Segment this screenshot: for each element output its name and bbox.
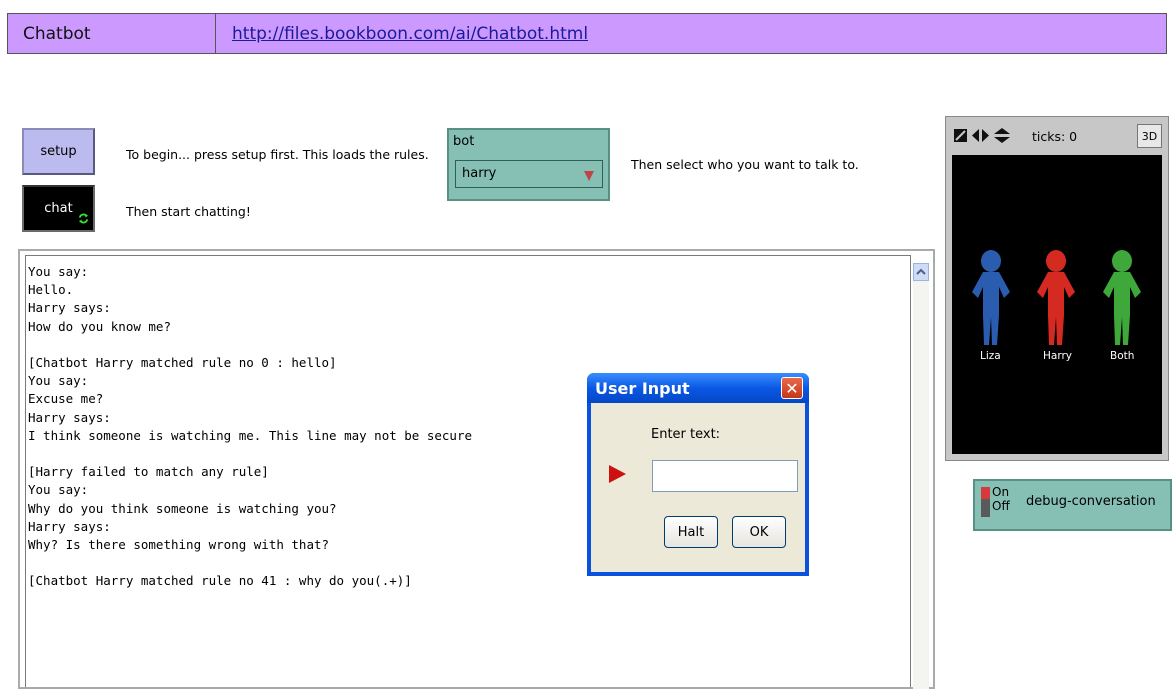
tick-counter: ticks: 0 (1032, 129, 1078, 144)
user-input-dialog: User Input ✕ Enter text: Halt OK (587, 373, 809, 576)
bot-select-value: harry (462, 166, 497, 181)
view-toolbar: ticks: 0 3D (946, 117, 1168, 155)
model-title: Chatbot (8, 14, 216, 53)
switch-on-off-labels: On Off (992, 485, 1010, 513)
page-header: Chatbot http://files.bookboon.com/ai/Cha… (7, 13, 1167, 54)
dialog-title: User Input (595, 379, 690, 398)
world-canvas[interactable]: Liza Harry Both (952, 155, 1162, 454)
select-bot-note: Then select who you want to talk to. (631, 157, 859, 172)
chevron-up-icon (916, 268, 926, 275)
3d-view-button[interactable]: 3D (1137, 124, 1162, 148)
model-url-link[interactable]: http://files.bookboon.com/ai/Chatbot.htm… (216, 14, 1166, 53)
switch-toggle[interactable] (981, 487, 990, 517)
chat-button[interactable]: chat (22, 185, 95, 232)
view-control-icons (954, 128, 1010, 143)
start-chatting-note: Then start chatting! (126, 204, 251, 219)
agents-layer (972, 250, 1141, 345)
forever-loop-icon (78, 213, 89, 224)
chat-button-label: chat (44, 201, 73, 216)
up-down-arrows-icon (994, 128, 1010, 143)
close-button[interactable]: ✕ (781, 377, 803, 399)
person-icon-liza (972, 250, 1010, 345)
dropdown-arrow-icon (584, 171, 594, 181)
agent-label-harry: Harry (1043, 350, 1072, 362)
bot-chooser: bot harry (447, 128, 610, 201)
left-right-arrows-icon (972, 129, 989, 142)
switch-on-label: On (992, 485, 1010, 499)
bot-select[interactable]: harry (455, 160, 603, 188)
output-scrollbar[interactable] (913, 263, 929, 689)
begin-note: To begin... press setup first. This load… (126, 147, 429, 162)
agent-label-both: Both (1110, 350, 1135, 362)
dialog-titlebar[interactable]: User Input ✕ (587, 373, 809, 403)
text-input[interactable] (652, 460, 798, 492)
agent-label-liza: Liza (980, 350, 1001, 362)
world-view: ticks: 0 3D Liza Harry Both (945, 116, 1169, 461)
switch-off-label: Off (992, 499, 1010, 513)
resize-icon (954, 129, 967, 142)
dialog-body: Enter text: Halt OK (591, 403, 805, 572)
setup-button[interactable]: setup (22, 128, 95, 175)
person-icon-both (1103, 250, 1141, 345)
switch-name: debug-conversation (1026, 494, 1156, 509)
ok-button[interactable]: OK (732, 516, 786, 548)
person-icon-harry (1037, 250, 1075, 345)
debug-conversation-switch[interactable]: On Off debug-conversation (973, 479, 1172, 531)
dialog-prompt: Enter text: (651, 427, 721, 442)
halt-button[interactable]: Halt (664, 516, 718, 548)
close-icon: ✕ (785, 378, 799, 398)
scroll-up-button[interactable] (913, 263, 929, 281)
pointer-arrow-icon (609, 465, 626, 483)
bot-chooser-title: bot (453, 134, 475, 149)
